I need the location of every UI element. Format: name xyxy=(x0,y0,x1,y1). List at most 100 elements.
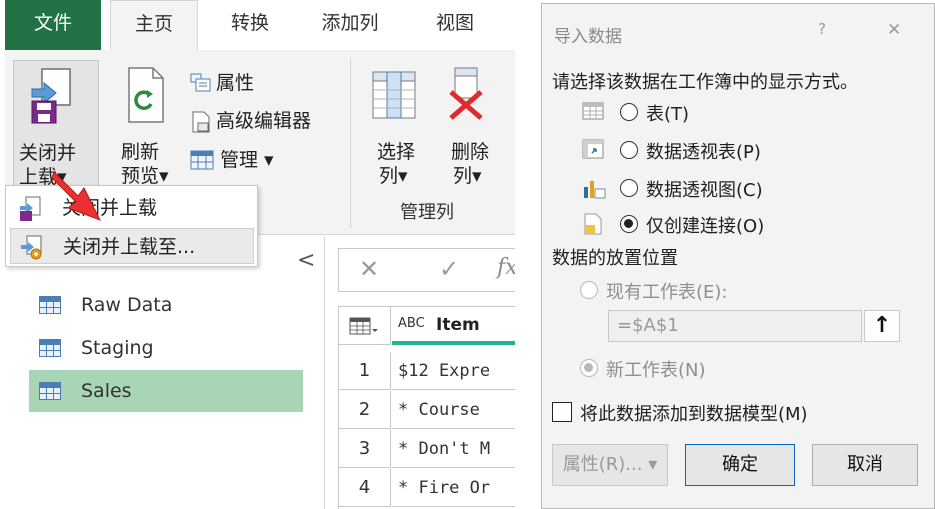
properties-button[interactable]: 属性(R)... ▾ xyxy=(552,444,668,486)
cancel-formula-icon[interactable]: ✕ xyxy=(359,255,379,283)
row-number[interactable]: 3 xyxy=(339,430,391,468)
radio-connection-only[interactable] xyxy=(620,215,638,233)
remove-columns-label-line2: 列▾ xyxy=(453,165,482,187)
add-to-data-model[interactable]: 将此数据添加到数据模型(M) xyxy=(552,398,852,426)
advanced-editor-button[interactable]: 高级编辑器 xyxy=(190,108,350,136)
menu-item-close-and-load-to[interactable]: 关闭并上载至... xyxy=(10,228,254,264)
location-label: 数据的放置位置 xyxy=(552,248,678,269)
close-icon[interactable]: ✕ xyxy=(887,20,901,40)
connection-icon xyxy=(584,213,602,235)
option-label: 仅创建连接(O) xyxy=(646,216,765,237)
advanced-editor-label: 高级编辑器 xyxy=(216,110,312,132)
close-load-menu: 关闭并上载 关闭并上载至... xyxy=(5,185,258,267)
import-data-dialog: 导入数据 ? ✕ 请选择该数据在工作簿中的显示方式。 表(T) 数据透视表(P)… xyxy=(541,3,935,509)
row-number[interactable]: 1 xyxy=(339,352,391,390)
table-menu-icon xyxy=(349,317,378,335)
ribbon-separator xyxy=(350,58,351,228)
cancel-button[interactable]: 取消 xyxy=(812,444,918,486)
close-load-small-icon xyxy=(20,196,41,221)
tab-transform[interactable]: 转换 xyxy=(205,0,295,50)
text-type-icon[interactable]: ABC xyxy=(398,316,425,331)
column-quality-bar xyxy=(392,341,515,345)
data-grid: ABC Item 1 $12 Expre 2 * Course 3 * Don'… xyxy=(338,306,515,509)
table-icon xyxy=(39,382,61,400)
collapse-reference-button[interactable]: ↑ xyxy=(864,310,900,342)
option-label: 表(T) xyxy=(646,104,690,125)
option-label: 数据透视图(C) xyxy=(646,180,763,201)
query-label: Sales xyxy=(81,380,132,402)
tab-home[interactable]: 主页 xyxy=(110,0,198,50)
query-item-raw-data[interactable]: Raw Data xyxy=(29,284,303,326)
remove-columns-icon xyxy=(449,67,483,120)
ribbon-tab-bar: 文件 主页 转换 添加列 视图 xyxy=(0,0,515,50)
manage-button[interactable]: 管理 ▾ xyxy=(190,147,340,175)
reference-input[interactable]: =$A$1 xyxy=(608,310,862,342)
collapse-pane-chevron-icon[interactable]: < xyxy=(297,248,315,273)
choose-columns-label-line2: 列▾ xyxy=(379,165,408,187)
option-existing-sheet[interactable]: 现有工作表(E): xyxy=(580,276,840,304)
radio-new-sheet[interactable] xyxy=(580,359,598,377)
query-item-sales[interactable]: Sales xyxy=(29,370,303,412)
menu-item-label: 关闭并上载至... xyxy=(63,236,196,258)
option-connection-only[interactable]: 仅创建连接(O) xyxy=(582,210,882,238)
close-load-to-icon xyxy=(21,235,42,260)
radio-pivot-table[interactable] xyxy=(620,141,638,159)
table-icon xyxy=(582,102,604,120)
choose-columns-label-line1: 选择 xyxy=(377,141,416,163)
remove-columns-button[interactable]: 删除 列▾ xyxy=(437,60,507,190)
refresh-label-line1: 刷新 xyxy=(121,141,160,163)
radio-pivot-chart[interactable] xyxy=(620,179,638,197)
query-label: Raw Data xyxy=(81,294,173,316)
option-table[interactable]: 表(T) xyxy=(582,98,882,126)
query-item-staging[interactable]: Staging xyxy=(29,327,303,369)
radio-table[interactable] xyxy=(620,103,638,121)
table-icon xyxy=(39,339,61,357)
close-load-icon xyxy=(31,68,71,124)
menu-item-close-and-load[interactable]: 关闭并上载 xyxy=(10,190,254,226)
choose-columns-button[interactable]: 选择 列▾ xyxy=(365,60,429,190)
table-icon xyxy=(39,296,61,314)
power-query-editor: 文件 主页 转换 添加列 视图 关闭并 上载▾ 刷新 预览▾ 属性 高级编辑器 … xyxy=(0,0,515,509)
tab-view[interactable]: 视图 xyxy=(405,0,505,50)
pivot-chart-icon xyxy=(584,181,606,199)
table-cell[interactable]: * Fire Or xyxy=(392,469,515,507)
tab-file[interactable]: 文件 xyxy=(5,0,101,50)
properties-label: 属性 xyxy=(216,72,255,94)
option-pivot-table[interactable]: 数据透视表(P) xyxy=(582,136,882,164)
fx-icon[interactable]: fx xyxy=(497,255,515,280)
red-arrow-icon xyxy=(51,171,102,221)
formula-bar: ✕ ✓ fx xyxy=(338,248,515,292)
advanced-editor-icon xyxy=(192,111,210,133)
option-label: 现有工作表(E): xyxy=(606,282,728,303)
choose-columns-icon xyxy=(372,71,416,119)
group-label-manage-columns: 管理列 xyxy=(400,202,454,223)
option-label: 新工作表(N) xyxy=(606,360,706,381)
table-menu-button[interactable] xyxy=(339,307,391,345)
table-cell[interactable]: * Course xyxy=(392,391,515,429)
table-cell[interactable]: * Don't M xyxy=(392,430,515,468)
column-header-label: Item xyxy=(436,315,480,335)
dialog-title: 导入数据 xyxy=(554,27,622,47)
properties-button[interactable]: 属性 xyxy=(190,70,340,98)
column-header-item[interactable]: ABC Item xyxy=(392,307,515,345)
row-number[interactable]: 4 xyxy=(339,469,391,507)
option-pivot-chart[interactable]: 数据透视图(C) xyxy=(582,174,882,202)
option-label: 数据透视表(P) xyxy=(646,142,761,163)
option-new-sheet[interactable]: 新工作表(N) xyxy=(580,354,840,382)
confirm-formula-icon[interactable]: ✓ xyxy=(439,255,459,283)
choose-view-label: 请选择该数据在工作簿中的显示方式。 xyxy=(552,72,858,93)
help-button[interactable]: ? xyxy=(818,20,826,38)
refresh-icon xyxy=(128,67,164,123)
add-to-data-model-checkbox[interactable] xyxy=(552,402,572,422)
row-number[interactable]: 2 xyxy=(339,391,391,429)
query-label: Staging xyxy=(81,337,154,359)
ok-button[interactable]: 确定 xyxy=(685,444,795,486)
table-cell[interactable]: $12 Expre xyxy=(392,352,515,390)
refresh-preview-button[interactable]: 刷新 预览▾ xyxy=(115,60,185,190)
pivot-table-icon xyxy=(582,139,604,159)
radio-existing-sheet[interactable] xyxy=(580,281,598,299)
tab-add-column[interactable]: 添加列 xyxy=(300,0,400,50)
properties-icon xyxy=(190,73,211,92)
add-to-data-model-label: 将此数据添加到数据模型(M) xyxy=(580,404,808,425)
manage-label: 管理 ▾ xyxy=(220,149,274,171)
